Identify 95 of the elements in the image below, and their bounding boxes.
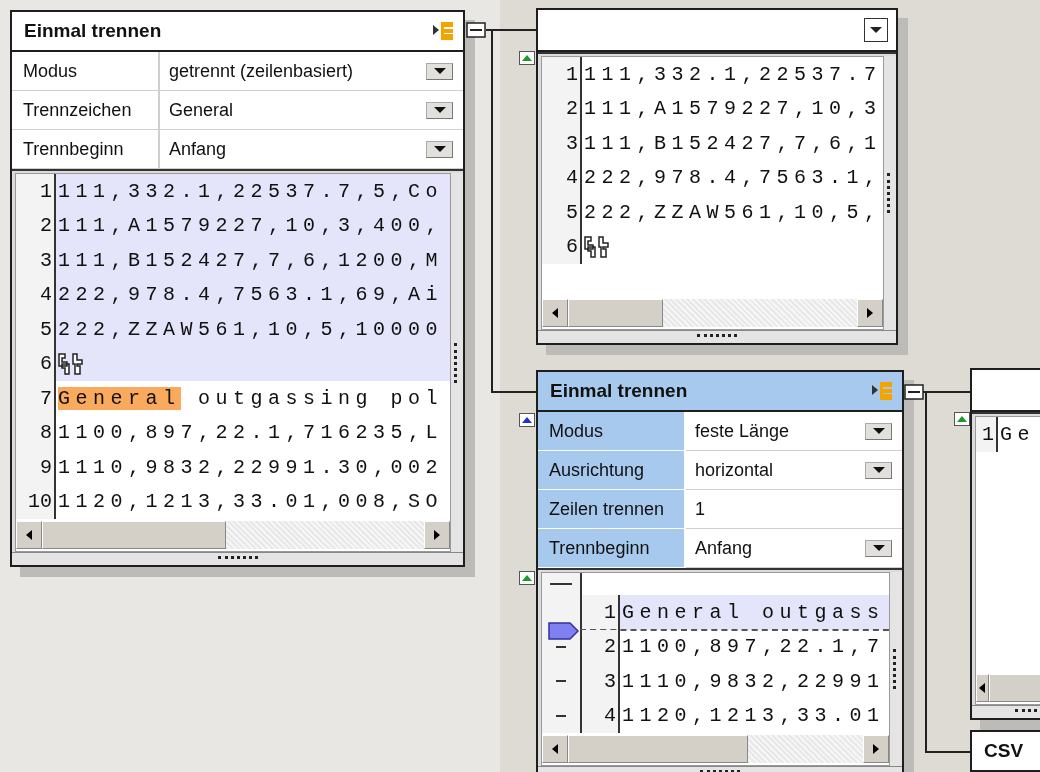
text-line: 1100,897,22.1,7 xyxy=(622,635,885,659)
text-line: 222,ZZAW561,10,5, xyxy=(584,200,882,224)
port-icon[interactable] xyxy=(519,571,535,585)
line-number: 8 xyxy=(16,415,56,450)
text-line: 111,B152427,7,6,1200,M xyxy=(58,248,444,272)
port-icon[interactable] xyxy=(519,51,535,65)
caret-icon xyxy=(870,27,882,33)
line-number: 3 xyxy=(16,243,56,278)
text-line: 1110,9832,22991 xyxy=(622,669,885,693)
caret-icon xyxy=(433,146,446,152)
property-dropdown[interactable]: feste Länge xyxy=(686,412,902,451)
scroll-right-button[interactable] xyxy=(857,299,883,327)
line-number: 4 xyxy=(582,698,620,733)
dash-mark xyxy=(550,583,572,585)
scrollbar-thumb[interactable] xyxy=(42,521,226,549)
line-number: 3 xyxy=(582,664,620,699)
line-number: 1 xyxy=(976,417,998,452)
scroll-left-button[interactable] xyxy=(976,674,989,702)
dash-mark xyxy=(556,645,566,648)
caret-icon xyxy=(872,428,885,434)
line-number: 1 xyxy=(16,174,56,209)
property-dropdown[interactable]: General xyxy=(160,91,463,130)
line-number: 4 xyxy=(16,277,56,312)
scroll-left-button[interactable] xyxy=(542,299,568,327)
text-line: 111,B152427,7,6,1 xyxy=(584,131,882,155)
text-line: Ge xyxy=(1000,422,1035,446)
node-title: CSV xyxy=(984,740,1024,762)
line-number: 6 xyxy=(16,346,56,381)
property-label: Modus xyxy=(12,52,160,91)
line-number: 4 xyxy=(542,160,582,195)
node-title: Einmal trennen xyxy=(24,20,162,42)
scroll-left-button[interactable] xyxy=(16,521,42,549)
scroll-left-button[interactable] xyxy=(542,735,568,763)
property-dropdown[interactable]: horizontal xyxy=(686,451,902,490)
text-line: 222,978.4,7563.1,69,Ai xyxy=(58,283,444,307)
line-number: 6 xyxy=(542,229,582,264)
left-arrow-icon xyxy=(978,682,987,694)
port-icon[interactable] xyxy=(519,413,535,427)
text-line: 111,332.1,22537.7,5,Co xyxy=(58,179,444,203)
property-field[interactable]: 1 xyxy=(686,490,902,529)
line-number: 2 xyxy=(542,91,582,126)
text-line: 222,978.4,7563.1, xyxy=(584,166,882,190)
caret-icon xyxy=(433,68,446,74)
text-line: 111,A1579227,10,3 xyxy=(584,97,882,121)
text-line: 1110,9832,22991.30,002 xyxy=(58,455,444,479)
line-number: 1 xyxy=(542,57,582,92)
line-number: 9 xyxy=(16,450,56,485)
caret-icon xyxy=(433,107,446,113)
line-number: 3 xyxy=(542,126,582,161)
line-number: 10 xyxy=(16,484,56,519)
resize-grip[interactable] xyxy=(217,556,258,562)
line-break-icon xyxy=(584,235,610,258)
property-label: Zeilen trennen xyxy=(538,490,686,529)
text-line: 111,332.1,22537.7 xyxy=(584,62,882,86)
text-line: 1120,1213,33.01 xyxy=(622,704,885,728)
right-arrow-icon xyxy=(872,743,880,755)
line-number: 2 xyxy=(582,629,620,664)
text-line: 1100,897,22.1,716235,L xyxy=(58,421,444,445)
property-label: Trennbeginn xyxy=(538,529,686,568)
right-arrow-icon xyxy=(866,307,874,319)
split-icon xyxy=(872,381,892,401)
left-arrow-icon xyxy=(551,307,559,319)
line-break-icon xyxy=(58,352,84,375)
line-number: 7 xyxy=(16,381,56,416)
property-label: Trennzeichen xyxy=(12,91,160,130)
text-line: 1120,1213,33.01,008,SO xyxy=(58,490,444,514)
line-number: 1 xyxy=(582,595,620,630)
split-icon xyxy=(433,21,453,41)
line-number: 5 xyxy=(16,312,56,347)
dash-mark xyxy=(556,680,566,683)
resize-grip[interactable] xyxy=(697,334,737,340)
text-line: General outgassing pol xyxy=(58,386,444,410)
collapse-icon[interactable] xyxy=(904,384,924,400)
scrollbar-thumb[interactable] xyxy=(568,299,663,327)
scroll-right-button[interactable] xyxy=(863,735,889,763)
right-arrow-icon xyxy=(433,529,441,541)
text-line: 222,ZZAW561,10,5,10000 xyxy=(58,317,444,341)
dropdown-button[interactable] xyxy=(864,18,888,42)
node-title: Einmal trennen xyxy=(550,380,688,402)
caret-icon xyxy=(872,467,885,473)
scrollbar-thumb[interactable] xyxy=(568,735,748,763)
line-number: 2 xyxy=(16,208,56,243)
dash-mark xyxy=(556,714,566,717)
property-label: Modus xyxy=(538,412,686,451)
port-icon[interactable] xyxy=(954,412,970,426)
left-arrow-icon xyxy=(25,529,33,541)
scroll-right-button[interactable] xyxy=(424,521,450,549)
property-label: Ausrichtung xyxy=(538,451,686,490)
left-arrow-icon xyxy=(551,743,559,755)
property-dropdown[interactable]: getrennt (zeilenbasiert) xyxy=(160,52,463,91)
caret-icon xyxy=(872,545,885,551)
text-line: 111,A1579227,10,3,400, xyxy=(58,214,444,238)
collapse-icon[interactable] xyxy=(466,22,486,38)
line-number: 5 xyxy=(542,195,582,230)
text-line: General outgass xyxy=(622,600,885,624)
